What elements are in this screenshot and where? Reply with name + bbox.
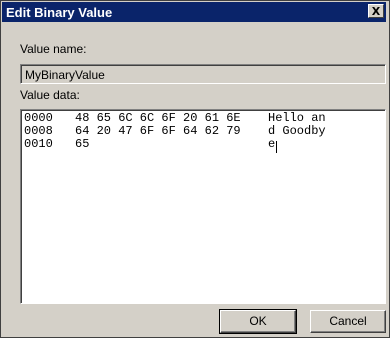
close-button[interactable]: X (368, 4, 384, 18)
hex-ascii: e (268, 137, 276, 151)
value-name-field: MyBinaryValue (20, 64, 386, 84)
hex-offset: 0010 (24, 137, 53, 151)
hex-bytes: 64 20 47 6F 6F 64 62 79 (75, 124, 241, 138)
title-bar[interactable]: Edit Binary Value X (2, 2, 386, 22)
cancel-button[interactable]: Cancel (310, 310, 386, 333)
text-caret (276, 141, 277, 153)
dialog-title: Edit Binary Value (6, 5, 113, 20)
hex-row: 0010 65 e (24, 137, 275, 151)
ok-button[interactable]: OK (219, 309, 297, 334)
hex-ascii: d Goodby (268, 124, 326, 138)
value-name-text: MyBinaryValue (25, 68, 105, 82)
value-data-label: Value data: (20, 88, 80, 102)
edit-binary-value-dialog: Edit Binary Value X Value name: MyBinary… (0, 0, 390, 338)
hex-bytes: 65 (75, 137, 90, 151)
close-icon: X (371, 5, 381, 18)
value-data-hex-editor[interactable]: 0000 48 65 6C 6C 6F 20 61 6E Hello an 00… (20, 109, 386, 304)
value-name-label: Value name: (20, 42, 87, 56)
